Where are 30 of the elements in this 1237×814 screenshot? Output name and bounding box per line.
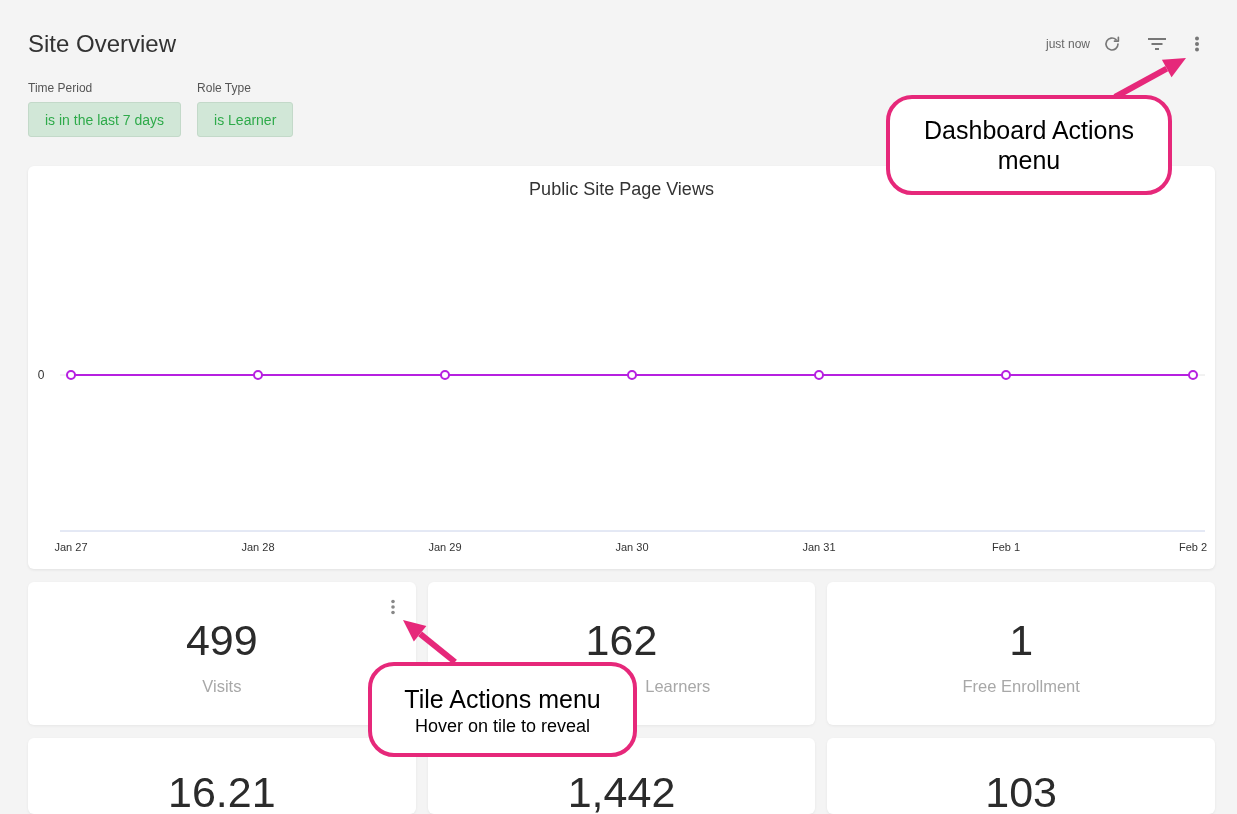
axis-label: Feb 2	[1178, 541, 1208, 553]
axis-label: Jan 30	[615, 541, 649, 553]
callout-title: Tile Actions menu	[404, 683, 601, 714]
axis-label: Feb 1	[991, 541, 1021, 553]
metric-label: Learners	[645, 676, 711, 696]
axis-label: Jan 31	[802, 541, 836, 553]
page-title: Site Overview	[28, 30, 177, 58]
filter-icon[interactable]	[1148, 38, 1166, 50]
metric-label: Visits	[202, 676, 242, 696]
metric-value: 1	[1009, 622, 1034, 658]
axis-label: Jan 29	[428, 541, 462, 553]
metric-value: 16.21	[168, 774, 276, 810]
callout-subtitle: Hover on tile to reveal	[414, 715, 591, 736]
metric-label: Free Enrollment	[962, 676, 1080, 696]
filter-label: Time Period	[28, 81, 93, 95]
more-icon[interactable]	[389, 599, 396, 615]
callout-title: Dashboard Actions menu	[923, 115, 1135, 175]
metric-value: 162	[585, 622, 658, 658]
filter-chip[interactable]: is in the last 7 days	[28, 102, 182, 137]
axis-label: Jan 27	[54, 541, 88, 553]
refresh-icon[interactable]	[1103, 35, 1121, 53]
metric-value: 499	[185, 622, 258, 658]
more-icon[interactable]	[1194, 36, 1200, 52]
last-updated-text: just now	[1045, 37, 1090, 51]
axis-label: 0	[37, 368, 45, 382]
filter-label: Role Type	[197, 81, 251, 95]
filter-chip[interactable]: is Learner	[197, 102, 294, 137]
metric-value: 103	[985, 774, 1058, 810]
chart-title: Public Site Page Views	[529, 179, 714, 200]
axis-label: Jan 28	[241, 541, 275, 553]
